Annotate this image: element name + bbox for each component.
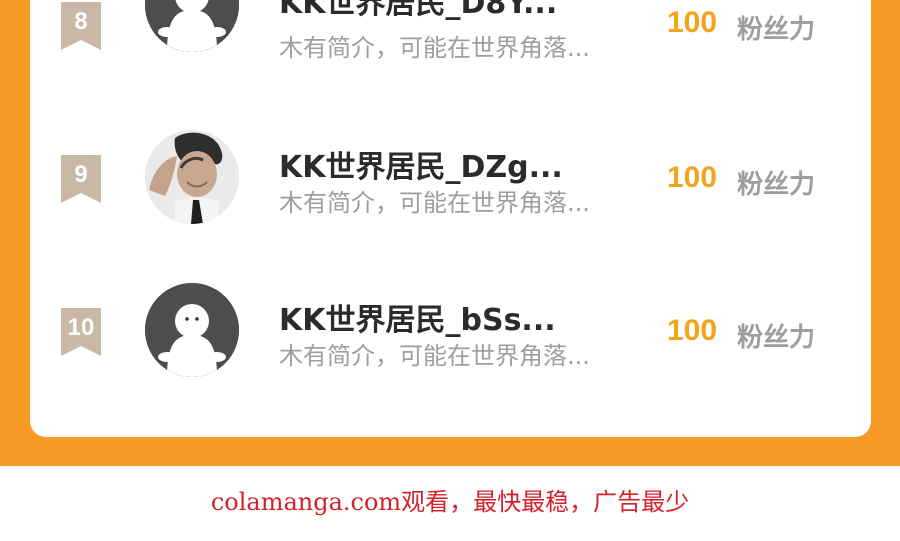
default-ghost-avatar-icon (145, 283, 239, 377)
photo-avatar-icon (145, 130, 239, 224)
fan-power-count: 100 (667, 6, 718, 39)
site-watermark: colamanga.com观看，最快最稳，广告最少 (210, 488, 690, 516)
user-bio: 木有简介，可能在世界角落... (279, 342, 590, 370)
rank-badge: 8 (59, 2, 103, 50)
fan-power-count: 100 (667, 161, 718, 194)
fan-power-unit: 粉丝力 (737, 15, 816, 45)
rank-number: 8 (74, 8, 88, 35)
avatar[interactable] (145, 130, 239, 224)
ranking-row-10[interactable]: 10 KK世界居民_bSs... 木有简介，可能在世界角落... 100 粉丝力 (30, 283, 871, 413)
avatar[interactable] (145, 283, 239, 377)
default-ghost-avatar-icon (145, 0, 239, 52)
ranking-card: 8 KK世界居民_D8Y... 木有简介，可能在世界角落... 100 粉丝力 … (30, 0, 871, 437)
user-bio: 木有简介，可能在世界角落... (279, 189, 590, 217)
avatar[interactable] (145, 0, 239, 52)
fan-power-unit: 粉丝力 (737, 170, 816, 200)
rank-badge: 9 (59, 155, 103, 203)
user-name[interactable]: KK世界居民_DZg... (279, 142, 563, 186)
user-name[interactable]: KK世界居民_D8Y... (279, 0, 557, 22)
user-name[interactable]: KK世界居民_bSs... (279, 295, 556, 339)
ranking-row-8[interactable]: 8 KK世界居民_D8Y... 木有简介，可能在世界角落... 100 粉丝力 (30, 0, 871, 88)
rank-number: 10 (67, 314, 95, 341)
user-bio: 木有简介，可能在世界角落... (279, 34, 590, 62)
fan-power-count: 100 (667, 314, 718, 347)
ranking-row-9[interactable]: 9 KK世界居民_DZg... 木有简介，可能在世界角落... 100 粉丝力 (30, 130, 871, 260)
rank-number: 9 (74, 161, 88, 188)
fan-power-unit: 粉丝力 (737, 323, 816, 353)
rank-badge: 10 (59, 308, 103, 356)
